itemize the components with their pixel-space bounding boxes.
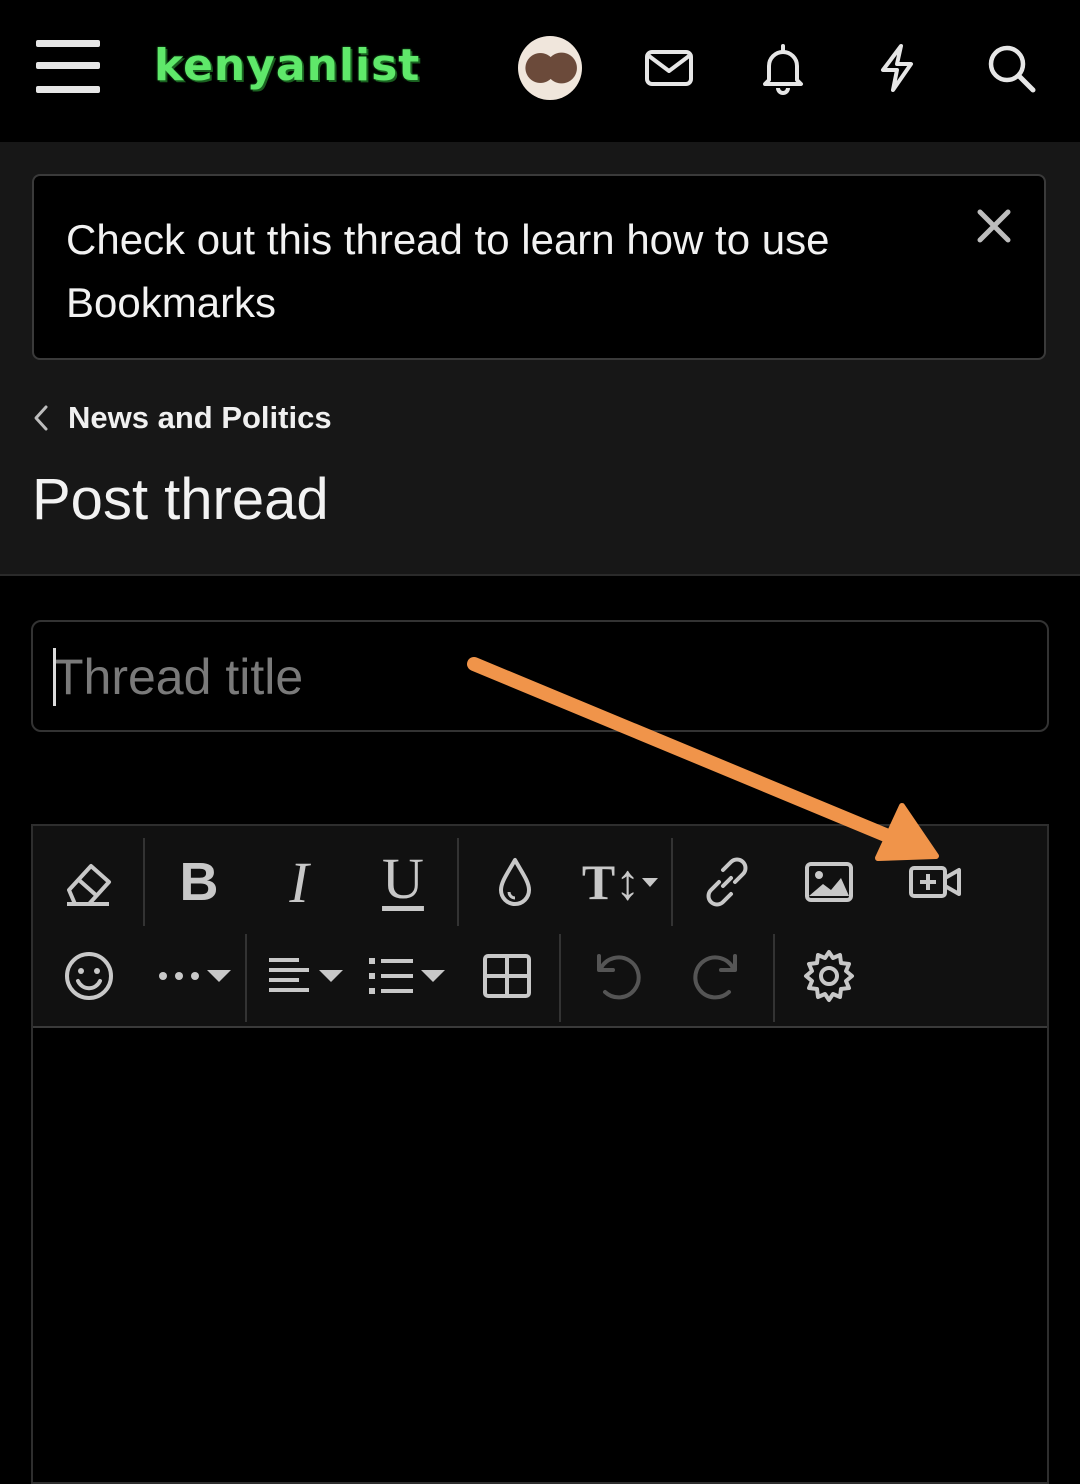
toolbar-separator <box>773 934 775 1022</box>
bold-glyph: B <box>179 852 219 912</box>
underline-icon[interactable]: U <box>367 842 439 914</box>
list-icon[interactable] <box>365 940 449 1012</box>
thread-title-field[interactable] <box>31 620 1049 732</box>
thread-title-input[interactable] <box>51 640 1015 714</box>
search-icon[interactable] <box>983 40 1039 96</box>
menu-icon[interactable] <box>36 40 100 96</box>
underline-glyph: U <box>382 845 424 911</box>
undo-icon[interactable] <box>579 940 651 1012</box>
breadcrumb-label[interactable]: News and Politics <box>68 400 332 436</box>
message-editor[interactable]: B I U T↕ <box>31 824 1049 1484</box>
avatar[interactable] <box>518 36 582 100</box>
toolbar-separator <box>143 838 145 926</box>
top-bar: kenyanlist <box>0 0 1080 140</box>
page-title: Post thread <box>32 467 329 532</box>
mail-icon[interactable] <box>641 40 697 96</box>
font-size-icon[interactable]: T↕ <box>581 846 661 918</box>
insert-video-icon[interactable] <box>899 846 971 918</box>
editor-content-area[interactable] <box>33 1028 1047 1468</box>
text-caret <box>53 648 56 706</box>
site-logo[interactable]: kenyanlist <box>154 40 420 91</box>
eraser-icon[interactable] <box>53 846 125 918</box>
settings-icon[interactable] <box>793 940 865 1012</box>
bold-icon[interactable]: B <box>163 846 235 918</box>
italic-glyph: I <box>289 849 309 915</box>
text-color-icon[interactable] <box>479 846 551 918</box>
toolbar-separator <box>671 838 673 926</box>
align-icon[interactable] <box>263 940 347 1012</box>
toolbar-separator <box>457 838 459 926</box>
more-options-icon[interactable] <box>153 940 237 1012</box>
notice-text[interactable]: Check out this thread to learn how to us… <box>66 208 926 334</box>
toolbar-separator <box>245 934 247 1022</box>
link-icon[interactable] <box>691 846 763 918</box>
italic-icon[interactable]: I <box>263 846 335 918</box>
redo-icon[interactable] <box>683 940 755 1012</box>
toolbar-separator <box>559 934 561 1022</box>
editor-toolbar: B I U T↕ <box>33 826 1047 1028</box>
image-icon[interactable] <box>793 846 865 918</box>
chevron-left-icon <box>34 405 48 431</box>
table-icon[interactable] <box>471 940 543 1012</box>
bell-icon[interactable] <box>755 40 811 96</box>
lightning-icon[interactable] <box>869 40 925 96</box>
notice-banner: Check out this thread to learn how to us… <box>32 174 1046 360</box>
close-icon[interactable] <box>974 206 1014 246</box>
smile-icon[interactable] <box>53 940 125 1012</box>
font-size-glyph: T↕ <box>581 854 641 910</box>
breadcrumb[interactable]: News and Politics <box>30 398 332 438</box>
